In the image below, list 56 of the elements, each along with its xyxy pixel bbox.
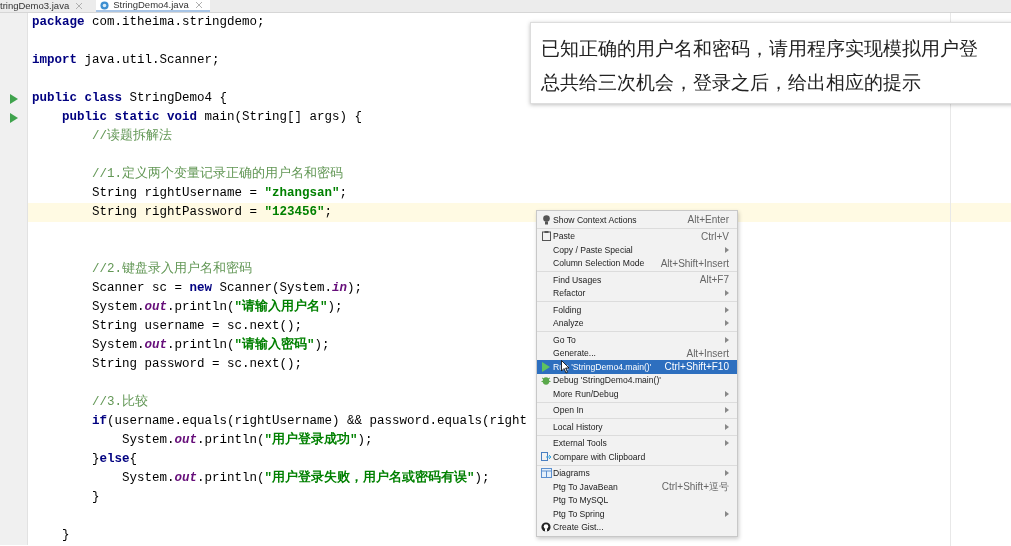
menu-item[interactable]: Refactor [537, 286, 737, 300]
menu-item[interactable]: Ptg To JavaBean Ctrl+Shift+逗号 [537, 480, 737, 494]
menu-item[interactable]: Folding [537, 303, 737, 317]
menu-item[interactable]: Open In [537, 403, 737, 417]
menu-item[interactable]: Column Selection Mode Alt+Shift+Insert [537, 256, 737, 270]
code-line: } [61, 527, 70, 544]
menu-item[interactable]: Generate... Alt+Insert [537, 346, 737, 360]
code-line: String rightPassword = "123456"; [91, 204, 333, 221]
menu-item[interactable]: Paste Ctrl+V [537, 229, 737, 243]
menu-item[interactable]: Compare with Clipboard [537, 450, 737, 464]
menu-item[interactable]: More Run/Debug [537, 387, 737, 401]
bulb-icon [542, 214, 550, 225]
menu-item[interactable]: Analyze [537, 316, 737, 330]
code-line: String password = sc.next(); [91, 356, 303, 373]
code-line: String username = sc.next(); [91, 318, 303, 335]
code-line: public static void main(String[] args) { [61, 109, 363, 126]
menu-item[interactable]: External Tools [537, 436, 737, 450]
bug-icon [541, 375, 551, 386]
menu-item[interactable]: Debug 'StringDemo4.main()' [537, 373, 737, 387]
compare-icon [540, 451, 552, 462]
code-line: //3.比较 [91, 393, 148, 411]
menu-item[interactable]: Create Gist... [537, 520, 737, 534]
menu-item[interactable]: Show Context Actions Alt+Enter [537, 213, 737, 227]
code-line: //2.键盘录入用户名和密码 [91, 260, 252, 278]
file-tab[interactable]: tringDemo3.java [0, 0, 91, 12]
code-line: Scanner sc = new Scanner(System.in); [91, 280, 363, 297]
menu-item[interactable]: Local History [537, 420, 737, 434]
code-line: System.out.println("用户登录失败，用户名或密码有误"); [121, 469, 490, 487]
circle-icon [100, 0, 110, 10]
code-line: String rightUsername = "zhangsan"; [91, 185, 348, 202]
run-icon[interactable] [9, 112, 18, 123]
close-icon[interactable] [195, 2, 202, 8]
menu-item[interactable]: Ptg To Spring [537, 507, 737, 521]
code-line: package com.itheima.stringdemo; [31, 14, 265, 31]
code-line: System.out.println("请输入密码"); [91, 336, 330, 354]
code-line: //1.定义两个变量记录正确的用户名和密码 [91, 165, 343, 183]
code-line: import java.util.Scanner; [31, 52, 220, 69]
menu-item[interactable]: Ptg To MySQL [537, 493, 737, 507]
code-line: System.out.println("用户登录成功"); [121, 431, 373, 449]
callout-text: 总共给三次机会，登录之后，给出相应的提示 [541, 70, 922, 95]
callout-text: 已知正确的用户名和密码，请用程序实现模拟用户登 [541, 36, 979, 61]
clipboard-icon [541, 231, 551, 242]
code-line: //读题拆解法 [91, 127, 172, 145]
code-line: } [91, 489, 100, 506]
menu-item[interactable]: Copy / Paste Special [537, 243, 737, 257]
menu-item[interactable]: Go To [537, 333, 737, 347]
run-icon[interactable] [9, 93, 18, 104]
code-line: System.out.println("请输入用户名"); [91, 298, 343, 316]
menu-item[interactable]: Find Usages Alt+F7 [537, 273, 737, 287]
code-line: }else{ [91, 451, 138, 468]
diagram-icon [540, 468, 552, 479]
close-icon[interactable] [76, 3, 83, 9]
code-line: if(username.equals(rightUsername) && password.equals(right [91, 413, 528, 430]
file-tab[interactable]: StringDemo4.java [96, 0, 210, 12]
menu-item[interactable]: Diagrams [537, 466, 737, 480]
code-line: public class StringDemo4 { [31, 90, 228, 107]
